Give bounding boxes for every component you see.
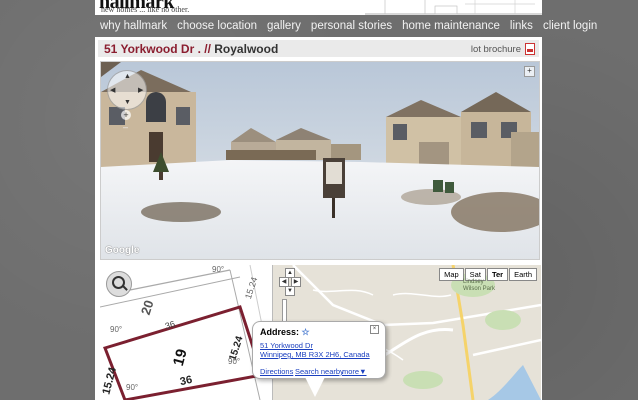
dimension-bottom: 36 <box>178 373 194 389</box>
pan-left-icon[interactable]: ◀ <box>110 86 115 94</box>
nav-client-login[interactable]: client login <box>538 20 602 32</box>
street-view-panorama[interactable]: ▲ ▼ ◀ ▶ + – + Google <box>100 61 540 260</box>
search-nearby-link[interactable]: Search nearby <box>295 367 344 376</box>
street-view-pan-control[interactable]: ▲ ▼ ◀ ▶ <box>107 70 147 110</box>
pan-down-icon[interactable]: ▼ <box>124 99 131 106</box>
fullscreen-icon[interactable]: + <box>524 66 535 77</box>
map-place-label: Lindsey Wilson Park <box>463 279 496 292</box>
info-address-line2[interactable]: Winnipeg, MB R3X 2H6, Canada <box>260 350 370 359</box>
zoom-magnifier-icon[interactable] <box>106 271 132 297</box>
header-logo-strip: hallmark new homes ... like no other. <box>95 0 542 15</box>
angle-label: 90° <box>110 325 123 334</box>
lot-community: Royalwood <box>214 42 279 56</box>
nav-gallery[interactable]: gallery <box>262 20 306 32</box>
lot-title: 51 Yorkwood Dr . // Royalwood <box>104 42 278 56</box>
street-view-image <box>101 62 539 259</box>
nav-personal-stories[interactable]: personal stories <box>306 20 397 32</box>
pdf-icon[interactable] <box>525 43 535 55</box>
map-type-map[interactable]: Map <box>439 268 464 281</box>
nav-choose-location[interactable]: choose location <box>172 20 262 32</box>
lot-title-bar: 51 Yorkwood Dr . // Royalwood lot brochu… <box>98 40 539 57</box>
google-logo: Google <box>105 245 140 256</box>
zoom-out-icon[interactable]: – <box>123 122 129 132</box>
title-separator: // <box>200 42 215 56</box>
angle-label: 90° <box>212 265 225 274</box>
angle-label: 90° <box>126 383 139 392</box>
nav-links[interactable]: links <box>505 20 538 32</box>
zoom-in-icon[interactable]: + <box>121 110 131 120</box>
map-pan-down-icon[interactable]: ▼ <box>285 286 295 296</box>
logo-tagline: new homes ... like no other. <box>101 5 190 14</box>
star-icon[interactable]: ☆ <box>302 327 310 337</box>
info-window-pointer <box>305 377 325 397</box>
angle-label: 90° <box>228 357 241 366</box>
house-sketch-illustration <box>365 0 542 15</box>
main-nav: why hallmark choose location gallery per… <box>95 17 597 35</box>
lot-address: 51 Yorkwood Dr . <box>104 42 201 56</box>
close-icon[interactable]: × <box>370 325 379 334</box>
pan-right-icon[interactable]: ▶ <box>138 86 143 94</box>
info-title-label: Address: <box>260 327 300 337</box>
nav-home-maintenance[interactable]: home maintenance <box>397 20 505 32</box>
more-link[interactable]: more▼ <box>342 367 367 376</box>
nav-why-hallmark[interactable]: why hallmark <box>95 20 172 32</box>
pan-up-icon[interactable]: ▲ <box>124 73 131 80</box>
lot-brochure-link[interactable]: lot brochure <box>471 44 521 55</box>
info-address-line1[interactable]: 51 Yorkwood Dr <box>260 341 313 350</box>
info-window-title: Address: ☆ <box>260 327 310 338</box>
map-info-window: × Address: ☆ 51 Yorkwood Dr Winnipeg, MB… <box>252 321 386 379</box>
map-type-earth[interactable]: Earth <box>509 268 537 281</box>
lot-plot-plan[interactable]: 20 19 36 36 15.24 15.24 15.24 90° 90° 90… <box>100 265 270 400</box>
directions-link[interactable]: Directions <box>260 367 293 376</box>
